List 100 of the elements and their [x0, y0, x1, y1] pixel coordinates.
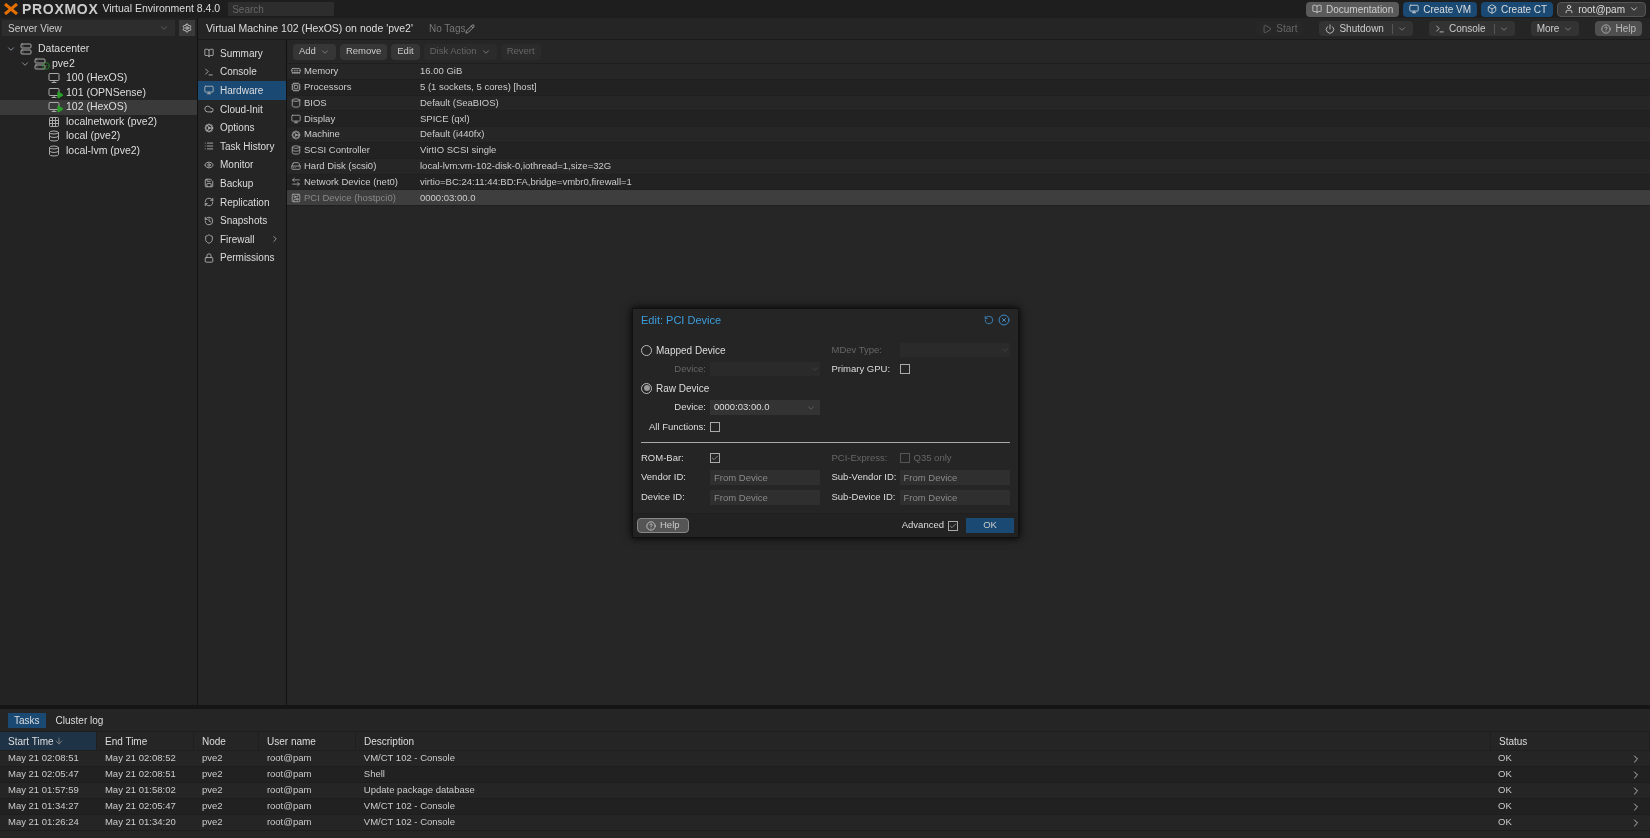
task-cell-text: May 21 02:08:51 — [103, 767, 177, 782]
nav-item[interactable]: Snapshots — [198, 211, 286, 230]
tree-item[interactable]: local-lvm (pve2) — [0, 143, 197, 158]
user-menu[interactable]: root@pam — [1557, 1, 1646, 17]
nav-item[interactable]: Replication — [198, 192, 286, 212]
task-cell-text: May 21 01:57:59 — [7, 783, 80, 798]
checkbox[interactable] — [948, 520, 958, 531]
nav-item[interactable]: Task History — [198, 136, 286, 156]
column-header[interactable]: Description — [356, 732, 1491, 750]
checkbox[interactable] — [710, 422, 720, 432]
reset-button[interactable] — [984, 315, 994, 325]
logo-cross-icon — [4, 3, 18, 15]
field-label: All Functions: — [647, 419, 707, 434]
id-input-field[interactable]: From Device — [710, 490, 820, 505]
task-cell-text: May 21 01:34:20 — [103, 815, 177, 830]
column-header[interactable]: Status — [1491, 732, 1650, 750]
header-button[interactable]: Documentation — [1305, 1, 1400, 17]
display-icon — [290, 113, 301, 124]
hardware-row[interactable]: Display SPICE (qxl) — [287, 111, 1650, 128]
vm-action-button[interactable]: Shutdown — [1319, 21, 1413, 36]
field-label: Sub-Vendor ID: — [831, 470, 898, 485]
panel-tab[interactable]: Tasks — [8, 712, 46, 728]
toolbar-button[interactable]: Add — [293, 43, 336, 60]
column-header[interactable]: User name — [259, 732, 356, 750]
summary-icon — [204, 48, 214, 59]
field-label: Device: — [673, 361, 707, 376]
task-cell-text: May 21 02:05:47 — [103, 799, 177, 814]
toolbar-button[interactable]: Edit — [391, 43, 420, 60]
task-cell-text: May 21 02:08:51 — [7, 751, 80, 766]
nav-item[interactable]: Summary — [198, 44, 286, 63]
hardware-row[interactable]: Machine Default (i440fx) — [287, 127, 1650, 143]
help-button[interactable]: Help — [637, 518, 689, 533]
nav-item[interactable]: Cloud-Init — [198, 99, 286, 119]
user-icon — [1564, 4, 1575, 14]
nav-item[interactable]: Hardware — [198, 81, 286, 100]
vm-action-button[interactable]: Help — [1595, 21, 1642, 36]
vm-title: Virtual Machine 102 (HexOS) on node 'pve2' — [206, 20, 413, 36]
tree-item[interactable]: 101 (OPNSense) — [0, 85, 197, 100]
task-row[interactable]: May 21 02:05:47 May 21 02:08:51 pve2 root@pam Shell OK — [0, 767, 1650, 783]
tree-item[interactable]: Datacenter — [0, 42, 197, 57]
vm-action-button[interactable]: More — [1530, 21, 1580, 36]
tree-item[interactable]: localnetwork (pve2) — [0, 114, 197, 129]
id-input-field[interactable]: From Device — [710, 470, 820, 485]
task-row[interactable]: May 21 01:26:24 May 21 01:34:20 pve2 root@pam VM/CT 102 - Console OK — [0, 815, 1650, 831]
settings-button[interactable] — [179, 20, 195, 36]
header-button[interactable]: Create VM — [1403, 1, 1478, 17]
help-icon — [646, 520, 656, 531]
help-icon — [1601, 23, 1612, 34]
view-selector[interactable]: Server View — [2, 20, 175, 36]
column-header[interactable]: Start Time — [0, 732, 97, 750]
field-label: Sub-Device ID: — [831, 490, 897, 505]
hardware-name: Machine — [304, 127, 341, 142]
nav-item[interactable]: Permissions — [198, 248, 286, 268]
hardware-row[interactable]: Hard Disk (scsi0) local-lvm:vm-102-disk-0,iothread=1,size=32G — [287, 158, 1650, 175]
nav-item[interactable]: Console — [198, 62, 286, 82]
hardware-row[interactable]: PCI Device (hostpci0) 0000:03:00.0 — [287, 190, 1650, 207]
tree-item[interactable]: 102 (HexOS) — [0, 100, 197, 115]
tags-button[interactable]: No Tags — [428, 21, 466, 36]
nav-item[interactable]: Backup — [198, 174, 286, 193]
close-button[interactable] — [998, 314, 1010, 326]
hardware-name: PCI Device (hostpci0) — [304, 190, 397, 205]
task-cell-text: Update package database — [362, 783, 476, 798]
firewall-icon — [204, 234, 214, 245]
nav-item[interactable]: Monitor — [198, 155, 286, 175]
hardware-row[interactable]: Memory 16.00 GiB — [287, 64, 1650, 80]
column-header[interactable]: Node — [194, 732, 259, 750]
checkbox[interactable] — [899, 364, 910, 374]
nav-item[interactable]: Firewall — [198, 229, 286, 249]
field-label: Device ID: — [641, 490, 686, 505]
tree-item[interactable]: 100 (HexOS) — [0, 71, 197, 86]
device-select[interactable]: 0000:03:00.0 — [710, 400, 820, 415]
edit-icon[interactable] — [465, 23, 476, 34]
hardware-name: BIOS — [304, 95, 328, 110]
snapshots-icon — [204, 215, 214, 226]
hardware-value: local-lvm:vm-102-disk-0,iothread=1,size=32G — [420, 159, 612, 174]
task-row[interactable]: May 21 01:34:27 May 21 02:05:47 pve2 root@pam VM/CT 102 - Console OK — [0, 799, 1650, 815]
checkbox[interactable] — [710, 453, 720, 463]
id-input-field[interactable]: From Device — [899, 490, 1010, 505]
close-icon — [998, 314, 1010, 326]
task-cell-text: May 21 02:05:47 — [7, 767, 80, 782]
memory-icon — [290, 66, 301, 77]
dialog-title: Edit: PCI Device — [641, 312, 723, 328]
panel-tab[interactable]: Cluster log — [49, 712, 110, 728]
ok-button[interactable]: OK — [966, 518, 1014, 533]
vm-action-button[interactable]: Console — [1428, 21, 1515, 36]
id-input-field[interactable]: From Device — [899, 470, 1010, 485]
field-label: ROM-Bar: — [641, 450, 685, 465]
tree-item[interactable]: pve2 — [0, 56, 197, 71]
header-button[interactable]: Create CT — [1481, 1, 1554, 17]
toolbar-button[interactable]: Remove — [339, 43, 388, 60]
nav-item[interactable]: Options — [198, 118, 286, 137]
storage-icon — [48, 144, 60, 157]
task-cell-text: OK — [1497, 799, 1513, 814]
task-cell-text: pve2 — [200, 767, 224, 782]
task-cell-text: May 21 01:58:02 — [103, 783, 177, 798]
task-cell-text: pve2 — [200, 751, 224, 766]
radio-label: Mapped Device — [656, 343, 726, 358]
field-label: Primary GPU: — [831, 361, 892, 376]
tree-item[interactable]: local (pve2) — [0, 129, 197, 144]
column-header[interactable]: End Time — [97, 732, 194, 750]
